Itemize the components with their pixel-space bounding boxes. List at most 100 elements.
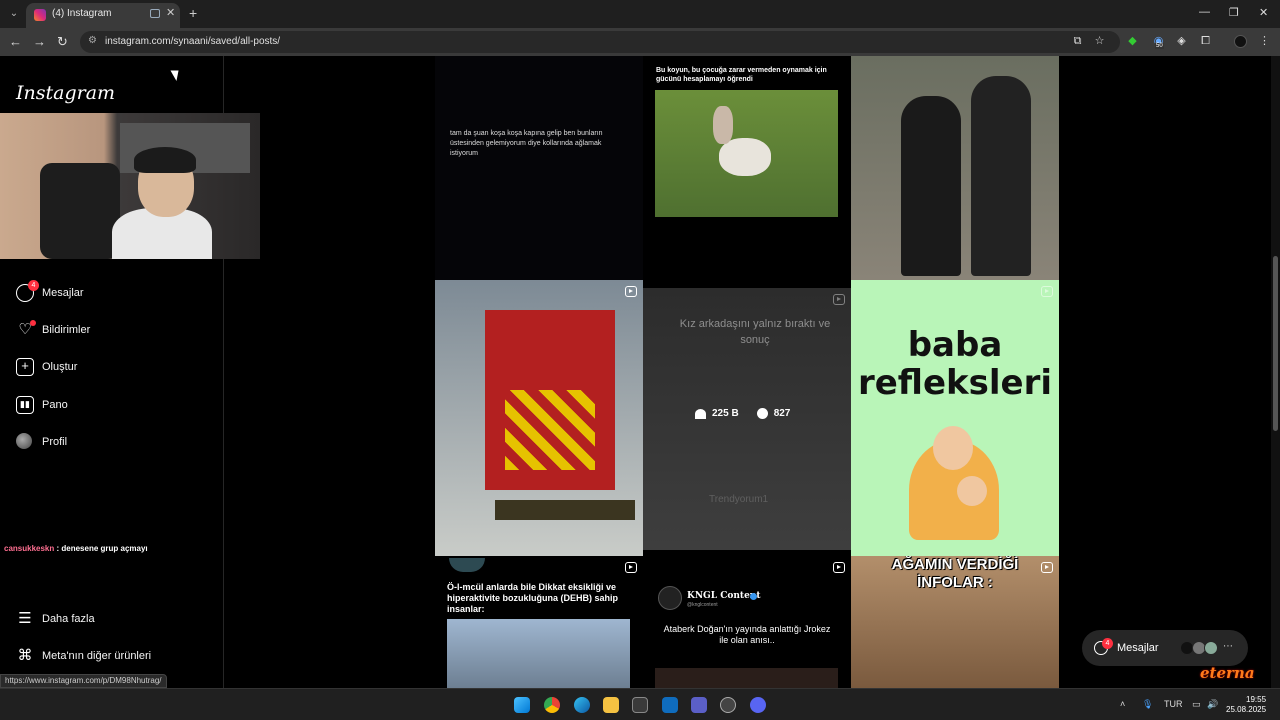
shield-extension-icon[interactable]: ◆	[1126, 35, 1139, 48]
comment-count: 827	[773, 408, 791, 419]
network-icon[interactable]: ▭	[1192, 699, 1201, 710]
sidebar-item-messages[interactable]: 4 Mesajlar	[16, 280, 84, 304]
messages-floating-button[interactable]: 4 Mesajlar ⋯	[1082, 630, 1248, 666]
post-caption: Ö-l-mcül anlarda bile Dikkat eksikliği v…	[447, 582, 619, 614]
link-status-bar: https://www.instagram.com/p/DM98Nhutrag/	[0, 674, 167, 688]
stream-logo: eterna	[1200, 664, 1255, 682]
man-right-shape	[971, 76, 1031, 276]
sidebar-item-label: Profil	[42, 436, 68, 448]
caption-line1: AĞAMIN VERDİĞİ	[891, 556, 1019, 573]
microphone-icon[interactable]: 🎙	[1142, 699, 1153, 710]
bookmark-star-icon[interactable]: ☆	[1093, 35, 1106, 48]
post-hover-stats: 225 B 827	[695, 408, 790, 419]
chat-message: denesene grup açmayı	[61, 544, 148, 553]
restore-icon[interactable]: ❐	[1229, 6, 1239, 19]
tab-title: (4) Instagram	[52, 8, 112, 19]
sidebar-item-dashboard[interactable]: ▮▮ Pano	[16, 394, 68, 416]
post-tile-firefighter[interactable]	[435, 280, 643, 556]
post-tile-baba-reflexes[interactable]: baba refleksleri	[851, 280, 1059, 556]
new-tab-icon[interactable]: +	[189, 5, 197, 21]
meta-products-icon: ⌘	[17, 647, 33, 664]
install-app-icon[interactable]: ⧉	[1071, 35, 1084, 48]
post-tile-kngl[interactable]: KNGL Content @knglcontent Ataberk Doğan'…	[643, 556, 851, 688]
store-icon[interactable]	[632, 697, 648, 713]
minimize-icon[interactable]: —	[1199, 6, 1210, 18]
scrollbar-thumb[interactable]	[1273, 256, 1278, 431]
child-shape	[713, 106, 733, 144]
post-tile-gym[interactable]	[851, 56, 1059, 280]
browser-toolbar: ← → ↻ ⚙ instagram.com/synaani/saved/all-…	[0, 28, 1280, 56]
post-tile-text[interactable]: tam da şuan koşa koşa kapına gelip ben b…	[435, 56, 643, 280]
site-info-icon[interactable]: ⚙	[88, 35, 97, 46]
reload-icon[interactable]: ↻	[57, 34, 68, 50]
post-tile-hovered[interactable]: Kız arkadaşını yalnız bıraktı ve sonuç 2…	[643, 288, 851, 550]
tray-overflow-icon[interactable]: ˄	[1120, 699, 1125, 709]
sidebar-item-profile[interactable]: Profil	[16, 431, 67, 453]
post-title: baba refleksleri	[851, 326, 1059, 402]
steam-icon[interactable]	[720, 697, 736, 713]
baby-face	[957, 476, 987, 506]
caption-line2: İNFOLAR :	[917, 574, 993, 591]
verified-badge-icon	[750, 593, 757, 600]
address-bar[interactable]: ⚙ instagram.com/synaani/saved/all-posts/	[80, 31, 1120, 53]
extensions-puzzle-icon[interactable]: ⧠	[1199, 35, 1212, 48]
language-indicator[interactable]: TUR	[1164, 699, 1183, 709]
notification-dot	[30, 320, 36, 326]
browser-tab-instagram[interactable]: (4) Instagram ✕	[26, 3, 180, 28]
sidebar-item-label: Daha fazla	[42, 613, 95, 625]
page-scrollbar[interactable]	[1271, 56, 1280, 688]
instagram-logo[interactable]: Instagram	[16, 82, 115, 104]
account-handle: @knglcontent	[687, 602, 718, 608]
messages-label: Mesajlar	[1117, 642, 1159, 654]
webcam-hair	[134, 147, 196, 173]
sheep-shape	[719, 138, 771, 176]
post-title-line2: refleksleri	[857, 363, 1053, 403]
post-caption: Bu koyun, bu çocuğa zarar vermeden oynam…	[656, 67, 827, 83]
more-menu-icon[interactable]: ⋮	[1258, 35, 1271, 48]
volume-icon[interactable]: 🔊	[1207, 699, 1218, 710]
tab-close-icon[interactable]: ✕	[166, 6, 175, 19]
sidebar-item-label: Pano	[42, 399, 68, 411]
post-tile-sheep[interactable]: Bu koyun, bu çocuğa zarar vermeden oynam…	[643, 56, 851, 280]
back-icon[interactable]: ←	[9, 34, 22, 49]
video-frame	[655, 668, 838, 688]
teams-icon[interactable]	[691, 697, 707, 713]
stream-chat-line: cansukkeskn : denesene grup açmayı	[4, 544, 148, 553]
sidebar-item-label: Mesajlar	[42, 287, 84, 299]
messages-badge: 4	[1102, 638, 1113, 649]
post-tile-dehb[interactable]: Ö-l-mcül anlarda bile Dikkat eksikliği v…	[435, 556, 643, 688]
car-video-frame	[447, 619, 630, 688]
reel-icon	[833, 294, 845, 305]
sheep-video-frame	[655, 90, 838, 217]
windows-start-icon[interactable]	[514, 697, 530, 713]
tab-search-chevron-icon[interactable]: ⌄	[6, 6, 22, 22]
sidebar-item-label: Meta'nın diğer ürünleri	[42, 650, 152, 662]
sidebar-item-notifications[interactable]: ♡ Bildirimler	[16, 319, 90, 341]
window-close-icon[interactable]: ✕	[1259, 6, 1268, 19]
post-caption: AĞAMIN VERDİĞİ İNFOLAR :	[851, 556, 1059, 592]
sidebar-item-create[interactable]: + Oluştur	[16, 356, 77, 378]
firefighter-shape	[495, 500, 635, 520]
edge-icon[interactable]	[574, 697, 590, 713]
outlook-icon[interactable]	[662, 697, 678, 713]
post-watermark: Trendyorum1	[709, 494, 769, 505]
system-clock[interactable]: 19:55 25.08.2025	[1226, 695, 1266, 715]
browser-tab-bar: ⌄ (4) Instagram ✕ + — ❐ ✕	[0, 0, 1280, 28]
post-text: tam da şuan koşa koşa kapına gelip ben b…	[450, 130, 603, 157]
more-avatars-icon: ⋯	[1223, 641, 1233, 652]
discord-icon[interactable]	[750, 697, 766, 713]
sidebar-item-more[interactable]: ☰ Daha fazla	[16, 608, 95, 630]
diamond-extension-icon[interactable]: ◈	[1175, 35, 1188, 48]
extension-badge: 50	[1155, 43, 1164, 49]
forward-icon[interactable]: →	[33, 34, 46, 49]
media-playing-icon[interactable]	[150, 9, 160, 18]
post-tile-infolar[interactable]: AĞAMIN VERDİĞİ İNFOLAR :	[851, 556, 1059, 688]
post-caption: Ataberk Doğan'ın yayında anlattığı Jroke…	[663, 624, 831, 645]
sidebar-item-meta-products[interactable]: ⌘ Meta'nın diğer ürünleri	[16, 645, 152, 667]
url-text[interactable]: instagram.com/synaani/saved/all-posts/	[105, 36, 280, 47]
profile-avatar-icon[interactable]	[1234, 35, 1247, 48]
reel-icon	[625, 562, 637, 573]
file-explorer-icon[interactable]	[603, 697, 619, 713]
reel-icon	[625, 286, 637, 297]
chrome-icon[interactable]	[544, 697, 560, 713]
